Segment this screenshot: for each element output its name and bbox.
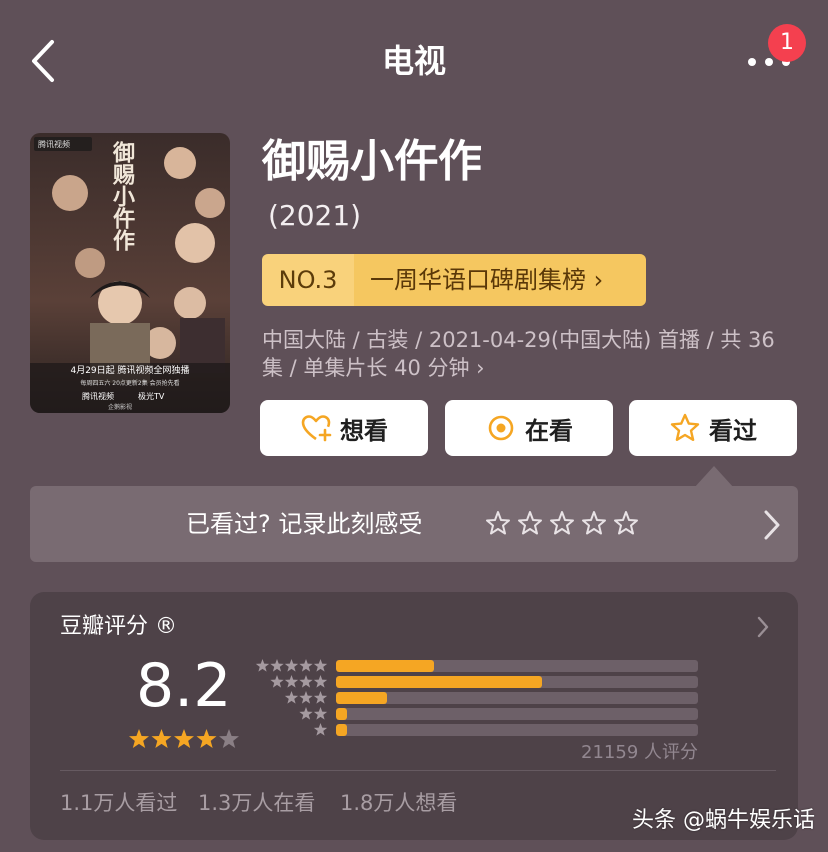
dist-star-icon xyxy=(313,691,328,704)
score-star-icon xyxy=(129,729,149,748)
dist-star-icon xyxy=(313,723,328,736)
dist-star-icon xyxy=(313,675,328,688)
rating-score: 8.2 xyxy=(136,651,232,721)
score-star-icon xyxy=(219,729,239,748)
poster-schedule-note: 每周四五六 20点更新2集 会员抢先看 xyxy=(80,379,179,387)
rank-number: NO.3 xyxy=(262,254,354,306)
dist-bar-5 xyxy=(336,660,698,672)
stat-watching[interactable]: 1.3万人在看 xyxy=(198,788,315,818)
dist-5-star-icon xyxy=(255,659,328,672)
pointer-arrow xyxy=(694,466,734,488)
watched-label: 看过 xyxy=(709,416,757,445)
score-star-icon xyxy=(174,729,194,748)
watched-button[interactable]: 看过 xyxy=(629,400,797,456)
chevron-right-icon[interactable] xyxy=(758,508,786,542)
dist-star-icon xyxy=(313,659,328,672)
score-stars xyxy=(129,729,239,748)
score-star-icon xyxy=(196,729,217,748)
dist-3-star-icon xyxy=(284,691,328,704)
page-title: 电视 xyxy=(381,42,446,80)
rate-star-5-icon xyxy=(614,511,638,535)
dist-star-icon xyxy=(299,691,313,704)
movie-title: 御赐小仵作 xyxy=(262,136,482,187)
dist-fill-4 xyxy=(336,676,543,688)
poster-platform-3: 企鹅影视 xyxy=(108,403,132,411)
rate-stars[interactable] xyxy=(482,508,642,540)
dist-star-icon xyxy=(284,659,299,672)
dist-bar-1 xyxy=(336,724,698,736)
dist-star-icon xyxy=(255,659,270,672)
rank-label: 一周华语口碑剧集榜 › xyxy=(354,254,646,306)
watermark: 头条 @蜗牛娱乐话 xyxy=(632,808,815,833)
want-to-watch-label: 想看 xyxy=(340,416,388,445)
dist-2-star-icon xyxy=(299,707,328,720)
poster-platform-2: 极光TV xyxy=(138,391,165,401)
poster-corner-logo: 腾讯视频 xyxy=(38,139,70,149)
dist-star-icon xyxy=(299,659,313,672)
heart-plus-icon xyxy=(301,415,332,442)
dist-fill-3 xyxy=(336,692,387,704)
stat-want[interactable]: 1.8万人想看 xyxy=(340,788,457,818)
target-icon xyxy=(488,415,514,441)
rating-count: 21159 人评分 xyxy=(581,742,698,763)
poster-release-note: 4月29日起 腾讯视频全网独播 xyxy=(70,364,189,376)
dist-star-icon xyxy=(313,707,328,720)
dist-fill-1 xyxy=(336,724,347,736)
rate-star-2-icon xyxy=(518,511,542,535)
record-prompt: 已看过? 记录此刻感受 xyxy=(186,510,423,538)
chevron-right-icon[interactable] xyxy=(752,614,774,640)
dist-star-icon xyxy=(284,675,299,688)
dist-fill-2 xyxy=(336,708,347,720)
rank-banner[interactable]: NO.3 一周华语口碑剧集榜 › xyxy=(262,254,646,306)
dist-1-star-icon xyxy=(313,723,328,736)
divider xyxy=(60,770,776,771)
rate-star-3-icon xyxy=(550,511,574,535)
stat-watched[interactable]: 1.1万人看过 xyxy=(60,788,177,818)
rate-star-1-icon xyxy=(486,511,510,535)
dist-star-icon xyxy=(299,675,313,688)
watching-label: 在看 xyxy=(525,416,573,445)
dist-star-icon xyxy=(270,659,284,672)
dist-4-star-icon xyxy=(270,675,328,688)
dist-fill-5 xyxy=(336,660,434,672)
dist-star-icon xyxy=(270,675,284,688)
poster-image[interactable]: 腾讯视频 御赐小仵作 4月29日起 腾讯视频全网独播 每周四五六 20点更新2集… xyxy=(30,133,230,413)
poster-platform-1: 腾讯视频 xyxy=(82,391,114,401)
dist-bar-4 xyxy=(336,676,698,688)
dist-bar-3 xyxy=(336,692,698,704)
notification-badge[interactable]: 1 xyxy=(768,24,806,62)
rate-star-4-icon xyxy=(582,511,606,535)
movie-meta[interactable]: 中国大陆 / 古装 / 2021-04-29(中国大陆) 首播 / 共 36 集… xyxy=(262,326,802,382)
watching-button[interactable]: 在看 xyxy=(445,400,613,456)
score-star-icon xyxy=(151,729,172,748)
dist-star-icon xyxy=(299,707,313,720)
movie-year: (2021) xyxy=(268,199,362,232)
rating-title: 豆瓣评分 ® xyxy=(60,614,177,639)
want-to-watch-button[interactable]: 想看 xyxy=(260,400,428,456)
dist-bar-2 xyxy=(336,708,698,720)
poster-title-text: 御赐小仵作 xyxy=(109,140,136,251)
star-outline-icon xyxy=(670,413,700,441)
dist-star-icon xyxy=(284,691,299,704)
